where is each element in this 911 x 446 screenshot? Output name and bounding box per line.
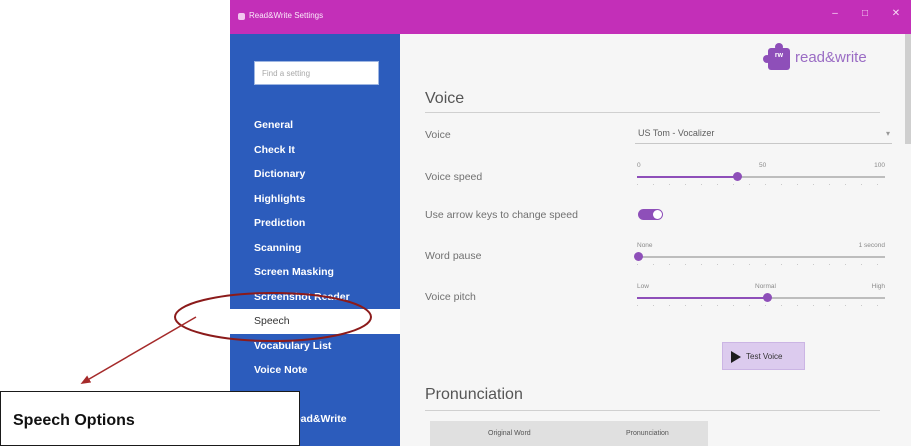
sidebar-item-screen-masking[interactable]: Screen Masking — [230, 260, 400, 285]
pitch-tick-label: High — [871, 283, 885, 290]
voice-select[interactable]: US Tom - Vocalizer ▾ — [635, 124, 892, 144]
pronunciation-divider — [425, 410, 880, 411]
close-button[interactable]: ✕ — [889, 7, 903, 21]
logo-text: read&write — [795, 49, 867, 66]
sidebar-item-general[interactable]: General — [230, 113, 400, 138]
test-voice-label: Test Voice — [746, 352, 783, 361]
pause-ticks — [637, 264, 885, 265]
test-voice-button[interactable]: Test Voice — [722, 342, 805, 370]
callout-box: Speech Options — [0, 391, 300, 446]
toggle-knob — [653, 210, 662, 219]
logo-mark-text: rw — [774, 52, 784, 59]
callout-text: Speech Options — [13, 412, 135, 429]
voice-select-value: US Tom - Vocalizer — [638, 128, 715, 138]
minimize-button[interactable]: – — [828, 7, 842, 21]
pause-thumb[interactable] — [634, 252, 643, 261]
play-icon — [731, 351, 741, 363]
voice-label: Voice — [425, 129, 451, 141]
sidebar-item-voice-note[interactable]: Voice Note — [230, 358, 400, 383]
settings-window: Read&Write Settings – □ ✕ GeneralCheck I… — [230, 0, 911, 446]
sidebar-item-highlights[interactable]: Highlights — [230, 187, 400, 212]
speed-tick-label: 50 — [759, 162, 767, 169]
content-scrollbar[interactable] — [905, 34, 911, 144]
word-pause-label: Word pause — [425, 250, 482, 262]
settings-content: rw read&write Voice Voice US Tom - Vocal… — [400, 34, 911, 446]
window-title: Read&Write Settings — [249, 11, 324, 20]
arrow-keys-label: Use arrow keys to change speed — [425, 209, 578, 221]
sidebar-item-prediction[interactable]: Prediction — [230, 211, 400, 236]
settings-nav: General Check It Dictionary Highlights Predi… — [230, 113, 400, 432]
speed-ticks — [637, 184, 885, 185]
voice-pitch-slider[interactable]: Low Normal High — [635, 283, 885, 311]
sidebar-item-speech[interactable]: Speech — [230, 309, 400, 334]
arrow-keys-toggle[interactable] — [638, 209, 663, 220]
sidebar-item-dictionary[interactable]: Dictionary — [230, 162, 400, 187]
voice-heading: Voice — [425, 90, 465, 107]
settings-sidebar: GeneralCheck ItDictionaryHighlightsPredi… — [230, 34, 400, 446]
voice-speed-slider[interactable]: 0 50 100 — [635, 162, 885, 190]
pronunciation-table-header: Original Word Pronunciation — [430, 421, 878, 446]
sidebar-item-vocabulary-list[interactable]: Vocabulary List — [230, 334, 400, 359]
sidebar-item-scanning[interactable]: Scanning — [230, 236, 400, 261]
settings-search-input[interactable] — [255, 62, 378, 84]
readwrite-logo: rw read&write — [763, 43, 908, 72]
screenshot-stage: Read&Write Settings – □ ✕ GeneralCheck I… — [0, 0, 911, 446]
table-header-blank — [708, 421, 878, 446]
sidebar-item-screenshot-reader[interactable]: Screenshot Reader — [230, 285, 400, 310]
column-header-original-word: Original Word — [488, 430, 531, 437]
pause-tick-label: None — [637, 242, 653, 249]
chevron-down-icon: ▾ — [885, 129, 890, 138]
voice-pitch-label: Voice pitch — [425, 291, 476, 303]
pause-tick-label: 1 second — [858, 242, 885, 249]
pitch-ticks — [637, 305, 885, 306]
maximize-button[interactable]: □ — [858, 7, 872, 21]
app-icon — [238, 13, 245, 20]
callout-arrow — [80, 316, 197, 385]
speed-fill — [637, 176, 737, 178]
title-bar: Read&Write Settings – □ ✕ — [230, 0, 911, 34]
speed-tick-label: 0 — [637, 162, 641, 169]
pitch-tick-label: Low — [637, 283, 649, 290]
sidebar-item-check-it[interactable]: Check It — [230, 138, 400, 163]
settings-search[interactable] — [254, 61, 379, 85]
column-header-pronunciation: Pronunciation — [626, 430, 669, 437]
pronunciation-heading: Pronunciation — [425, 386, 523, 403]
voice-speed-label: Voice speed — [425, 171, 483, 183]
pitch-fill — [637, 297, 766, 299]
speed-tick-label: 100 — [874, 162, 885, 169]
pause-track — [637, 256, 885, 258]
speed-thumb[interactable] — [733, 172, 743, 181]
voice-divider — [425, 112, 880, 113]
pitch-thumb[interactable] — [762, 293, 772, 302]
word-pause-slider[interactable]: None 1 second — [634, 242, 885, 270]
pitch-tick-label: Normal — [755, 283, 776, 290]
